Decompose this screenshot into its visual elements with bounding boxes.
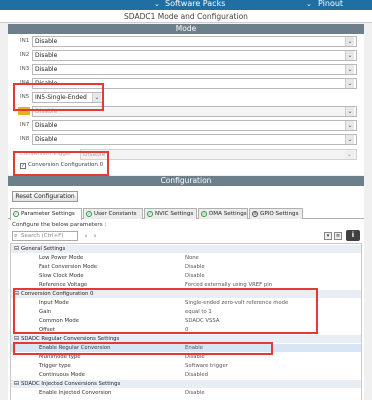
mode-label: IN7 [20,122,30,128]
annotation-highlight-box [13,288,318,334]
annotation-highlight-box [13,151,109,176]
check-circle-icon: ✓ [147,211,153,217]
configuration-header[interactable]: Configuration [8,176,364,186]
chevron-down-icon[interactable]: ⌄ [345,65,354,74]
tab-nvic-settings[interactable]: ✓ NVIC Settings [144,208,197,219]
info-button[interactable]: i [346,230,360,241]
mode-label: IN1 [20,38,30,44]
search-icon: ⌕ [14,232,18,239]
annotation-highlight-box [13,83,104,111]
mode-select[interactable]: Disable ⌄ [32,36,357,47]
table-section-row[interactable]: ⊟ General Settings [11,245,361,254]
collapse-icon[interactable]: ⊟ [14,245,19,253]
tab-parameter-settings[interactable]: ✓ Parameter Settings [10,208,82,220]
collapse-icon[interactable]: ▾ [324,232,332,240]
chevron-down-icon[interactable]: ⌄ [345,121,354,130]
table-row[interactable]: Enable Injected Conversion Disable [11,389,361,397]
table-row[interactable]: Fast Conversion Mode Disable [11,263,361,271]
chevron-down-icon[interactable]: ⌄ [306,0,312,8]
chevron-down-icon[interactable]: ⌄ [345,79,354,88]
mode-select[interactable]: Disable ⌄ [32,64,357,75]
gear-icon: ⚙ [252,211,258,217]
panel-title: SDADC1 Mode and Configuration [0,10,372,23]
tab-dma-settings[interactable]: ✓ DMA Settings [198,208,248,219]
chevron-down-icon[interactable]: ⌄ [345,37,354,46]
mode-label: IN3 [20,66,30,72]
conversion-trigger-select[interactable]: Disable ⌄ [80,149,357,160]
configure-params-text: Configure the below parameters : [12,222,107,228]
chevron-down-icon[interactable]: ⌄ [345,107,354,116]
mode-row-in8: IN8 Disable ⌄ [8,134,364,146]
mode-row-in2: IN2 Disable ⌄ [8,50,364,62]
mode-header[interactable]: Mode [8,24,364,34]
mode-row-in3: IN3 Disable ⌄ [8,64,364,76]
mode-label: IN2 [20,52,30,58]
check-circle-icon: ✓ [86,211,92,217]
menu-pinout[interactable]: Pinout [318,0,343,8]
mode-select[interactable]: Disable ⌄ [32,50,357,61]
table-section-row[interactable]: ⊟ SDADC Injected Conversions Settings [11,380,361,389]
top-menu-bar: ⌄ Software Packs ⌄ Pinout [0,0,372,10]
configuration-tabs: ✓ Parameter Settings ✓ User Constants ✓ NVI… [8,207,364,220]
table-row[interactable]: Trigger type Software trigger [11,362,361,370]
tab-gpio-settings[interactable]: ⚙ GPIO Settings [249,208,303,219]
collapse-icon[interactable]: ⊟ [14,380,19,388]
mode-select[interactable]: Disable ⌄ [32,134,357,145]
mode-select[interactable]: Disable ⌄ [32,120,357,131]
menu-software-packs[interactable]: Software Packs [165,0,225,8]
annotation-highlight-box [13,342,273,355]
chevron-down-icon[interactable]: ⌄ [345,150,354,159]
check-circle-icon: ✓ [13,211,19,217]
mode-row-in7: IN7 Disable ⌄ [8,120,364,132]
chevron-down-icon[interactable]: ⌄ [345,135,354,144]
table-row[interactable]: Slow Clock Mode Disable [11,272,361,280]
reset-configuration-button[interactable]: Reset Configuration [12,191,78,202]
chevron-down-icon[interactable]: ⌄ [154,0,160,8]
arrow-left-icon[interactable]: ‹ [82,232,90,240]
search-input[interactable]: ⌕ Search (Ctrl+F) [12,231,78,241]
mode-label: IN8 [20,136,30,142]
tab-user-constants[interactable]: ✓ User Constants [83,208,143,219]
table-row[interactable]: Low Power Mode None [11,254,361,262]
chevron-down-icon[interactable]: ⌄ [345,51,354,60]
check-circle-icon: ✓ [201,211,207,217]
table-row[interactable]: Continuous Mode Disabled [11,371,361,379]
expand-icon[interactable]: ≡ [334,232,342,240]
arrow-right-icon[interactable]: › [91,232,99,240]
mode-row-in1: IN1 Disable ⌄ [8,36,364,48]
